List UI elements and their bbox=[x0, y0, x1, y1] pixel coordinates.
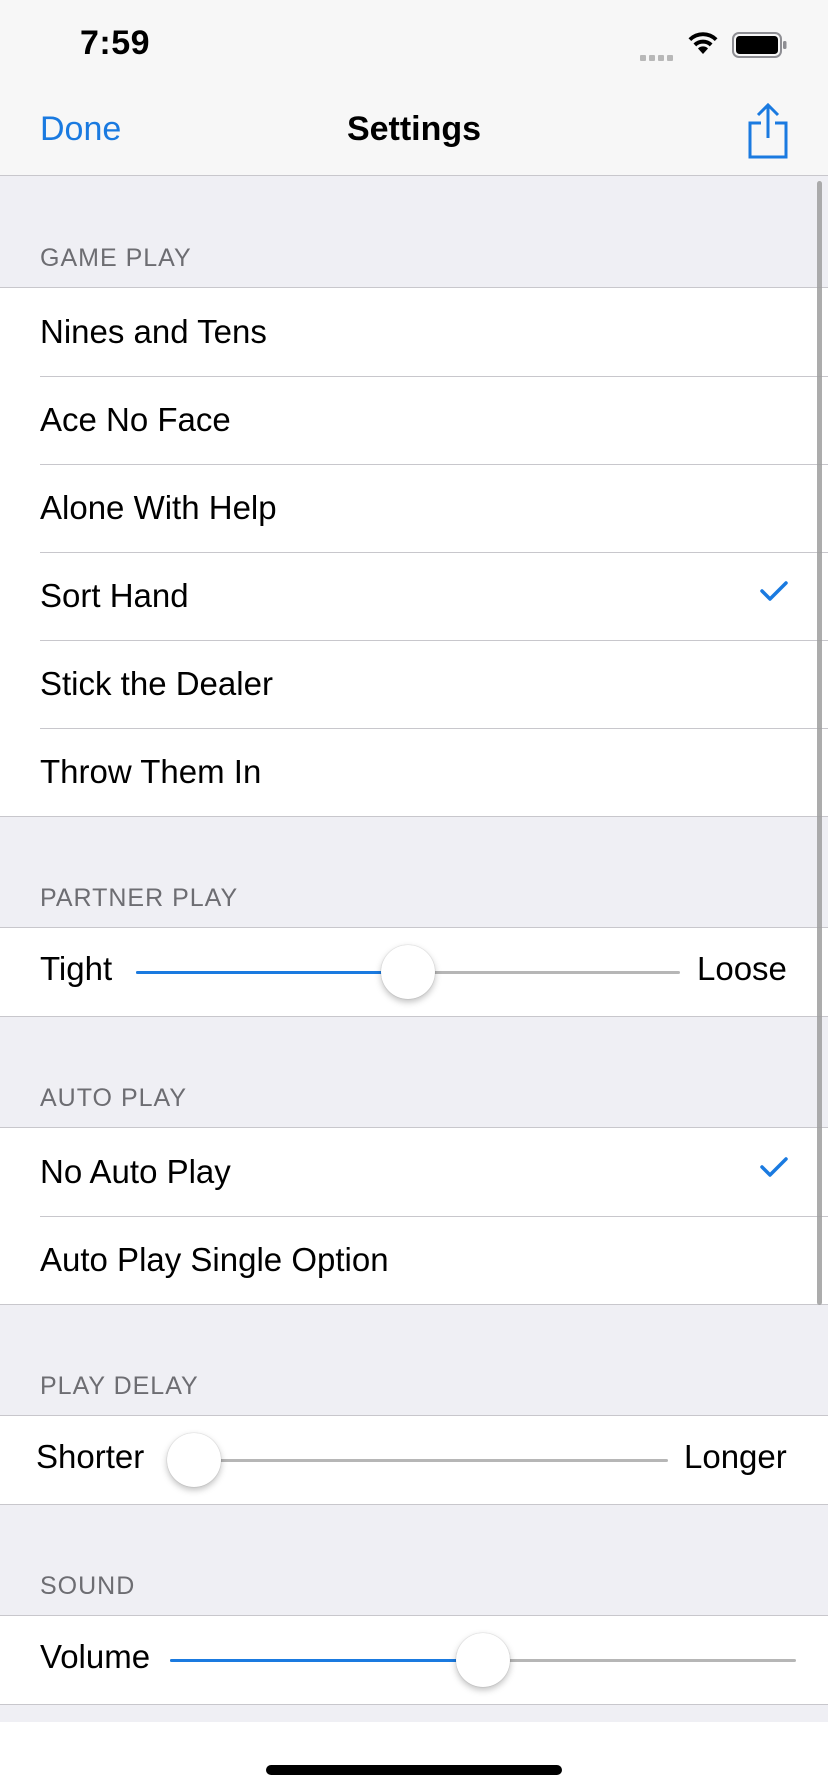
cellular-signal-icon bbox=[640, 48, 676, 66]
battery-icon bbox=[732, 32, 787, 58]
volume-label: Volume bbox=[40, 1638, 151, 1675]
section-header-game-play: GAME PLAY bbox=[40, 244, 192, 272]
partner-play-slider-row: Tight Loose bbox=[0, 928, 828, 1016]
option-auto-play-single-option[interactable]: Auto Play Single Option bbox=[0, 1216, 828, 1304]
slider-min-label: Tight bbox=[40, 950, 113, 987]
section-header-play-delay: PLAY DELAY bbox=[40, 1372, 199, 1400]
play-delay-slider-thumb[interactable] bbox=[167, 1433, 221, 1487]
settings-list: GAME PLAY Nines and Tens Ace No Face Alo… bbox=[0, 177, 828, 1705]
volume-slider-thumb[interactable] bbox=[456, 1633, 510, 1687]
bottom-safe-area bbox=[0, 1722, 828, 1792]
navigation-bar: Done Settings bbox=[0, 88, 828, 176]
slider-max-label: Longer bbox=[684, 1438, 787, 1475]
option-sort-hand[interactable]: Sort Hand bbox=[0, 552, 828, 640]
slider-max-label: Loose bbox=[697, 950, 787, 987]
option-alone-with-help[interactable]: Alone With Help bbox=[0, 464, 828, 552]
section-header-sound: SOUND bbox=[40, 1572, 136, 1600]
auto-play-group: No Auto Play Auto Play Single Option bbox=[0, 1127, 828, 1305]
slider-track[interactable] bbox=[180, 1459, 668, 1462]
partner-play-group: Tight Loose bbox=[0, 927, 828, 1017]
checkmark-icon bbox=[760, 581, 788, 601]
play-delay-group: Shorter Longer bbox=[0, 1415, 828, 1505]
volume-slider-row: Volume bbox=[0, 1616, 828, 1704]
partner-play-slider-thumb[interactable] bbox=[381, 945, 435, 999]
share-icon[interactable] bbox=[746, 102, 790, 160]
page-title: Settings bbox=[346, 110, 482, 148]
option-no-auto-play[interactable]: No Auto Play bbox=[0, 1128, 828, 1216]
wifi-icon bbox=[688, 32, 718, 54]
option-ace-no-face[interactable]: Ace No Face bbox=[0, 376, 828, 464]
slider-track-fill bbox=[170, 1659, 483, 1662]
game-play-group: Nines and Tens Ace No Face Alone With He… bbox=[0, 287, 828, 817]
sound-group: Volume bbox=[0, 1615, 828, 1705]
section-header-auto-play: AUTO PLAY bbox=[40, 1084, 188, 1112]
home-indicator[interactable] bbox=[266, 1765, 562, 1775]
play-delay-slider-row: Shorter Longer bbox=[0, 1416, 828, 1504]
section-header-partner-play: PARTNER PLAY bbox=[40, 884, 239, 912]
status-time: 7:59 bbox=[80, 24, 151, 62]
slider-track-fill bbox=[136, 971, 408, 974]
scroll-indicator[interactable] bbox=[817, 181, 822, 1305]
option-throw-them-in[interactable]: Throw Them In bbox=[0, 728, 828, 816]
checkmark-icon bbox=[760, 1157, 788, 1177]
option-nines-and-tens[interactable]: Nines and Tens bbox=[0, 288, 828, 376]
status-bar: 7:59 bbox=[0, 0, 828, 88]
option-stick-the-dealer[interactable]: Stick the Dealer bbox=[0, 640, 828, 728]
slider-min-label: Shorter bbox=[36, 1438, 145, 1475]
